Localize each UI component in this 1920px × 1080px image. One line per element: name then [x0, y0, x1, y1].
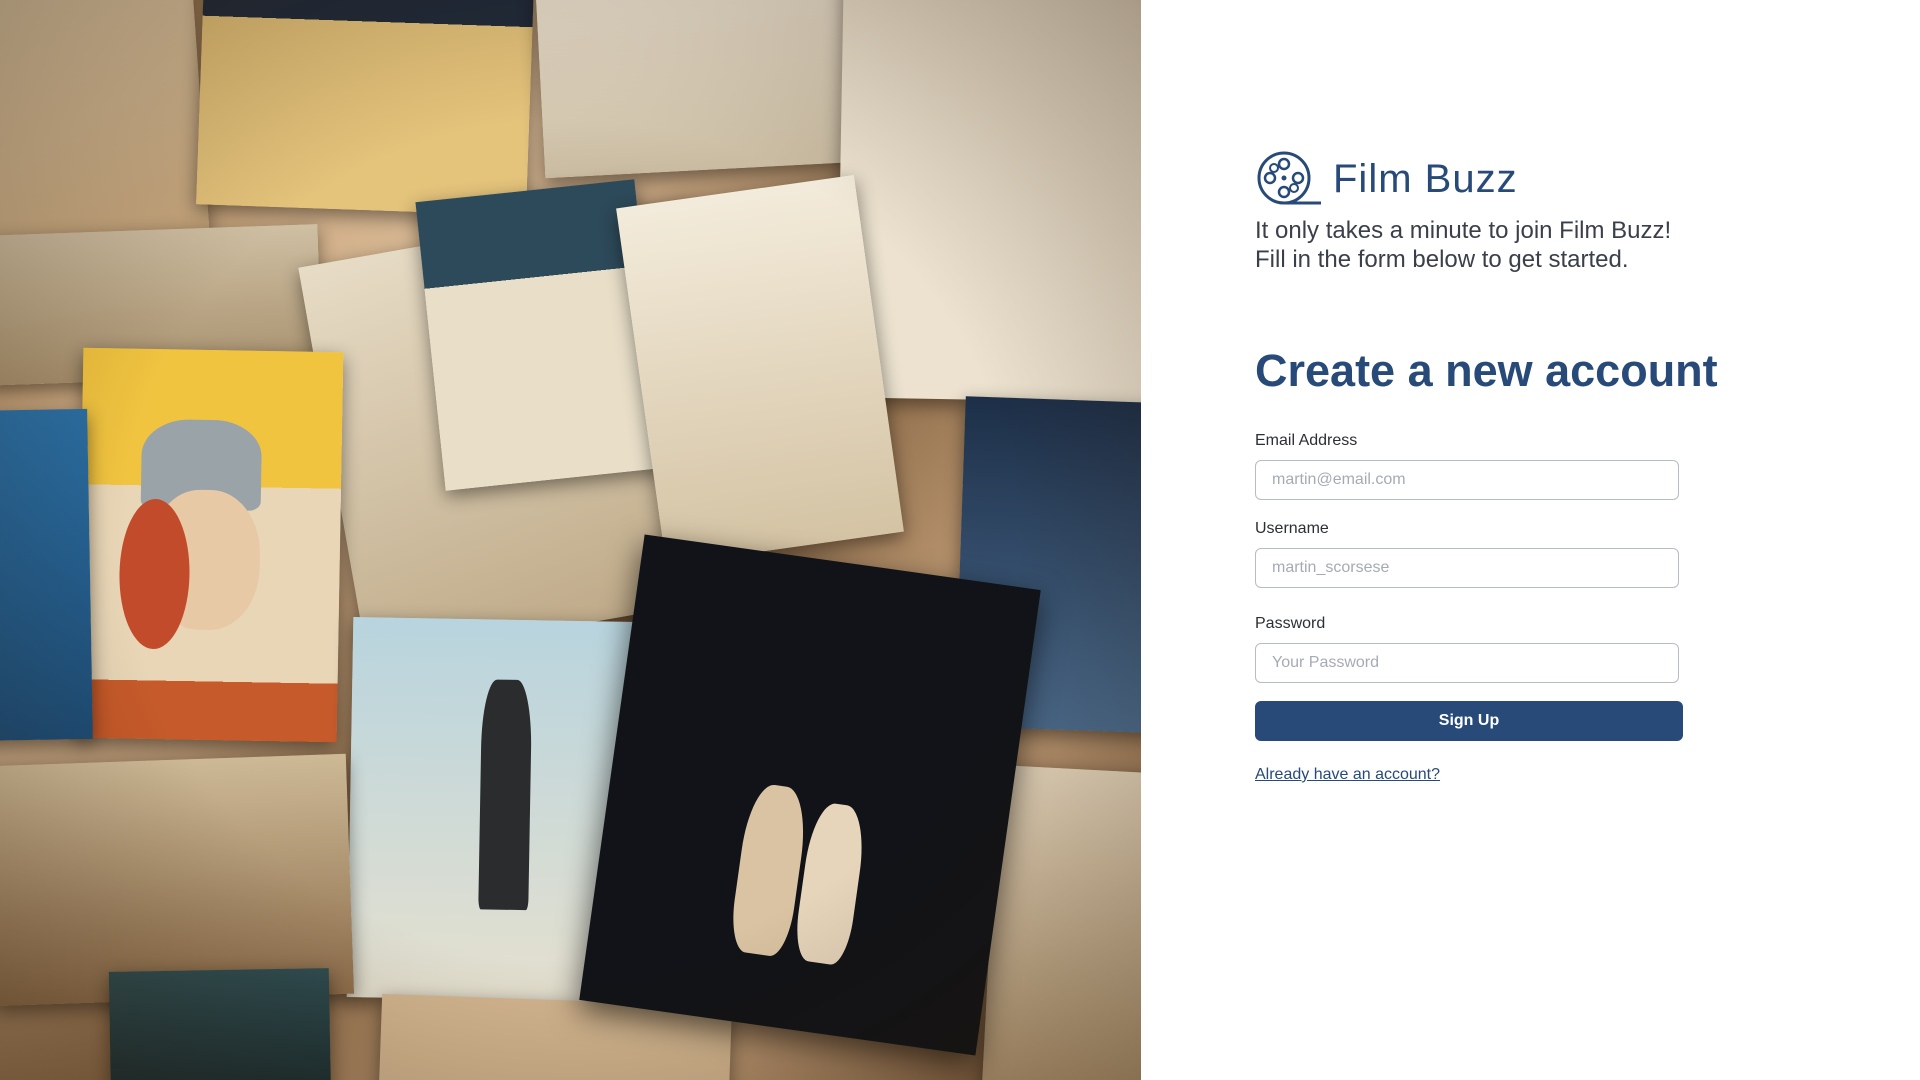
intro-text: It only takes a minute to join Film Buzz…	[1255, 216, 1875, 274]
signup-page: Film Buzz It only takes a minute to join…	[0, 0, 1920, 1080]
collage-poster	[76, 347, 344, 743]
featured-poster	[579, 534, 1041, 1056]
collage-poster	[196, 0, 534, 216]
username-field[interactable]	[1255, 548, 1679, 588]
collage-poster	[0, 0, 210, 248]
collage-poster	[616, 175, 904, 565]
password-label: Password	[1255, 615, 1326, 632]
collage-poster	[0, 408, 93, 742]
collage-poster	[534, 0, 866, 179]
login-link[interactable]: Already have an account?	[1255, 766, 1440, 784]
brand-logo: Film Buzz	[1255, 150, 1518, 208]
username-label: Username	[1255, 520, 1329, 537]
email-label: Email Address	[1255, 432, 1358, 449]
film-reel-icon	[1257, 151, 1321, 205]
hero-collage-image	[0, 0, 1141, 1080]
intro-line-2: Fill in the form below to get started.	[1255, 246, 1629, 273]
collage-poster	[836, 0, 1141, 403]
brand-name: Film Buzz	[1333, 156, 1518, 201]
email-field[interactable]	[1255, 460, 1679, 500]
sign-up-button[interactable]: Sign Up	[1255, 701, 1683, 741]
password-field[interactable]	[1255, 643, 1679, 683]
intro-line-1: It only takes a minute to join Film Buzz…	[1255, 217, 1672, 244]
signup-panel: Film Buzz It only takes a minute to join…	[1141, 0, 1920, 1080]
page-title: Create a new account	[1255, 345, 1718, 396]
collage-poster	[108, 968, 332, 1080]
